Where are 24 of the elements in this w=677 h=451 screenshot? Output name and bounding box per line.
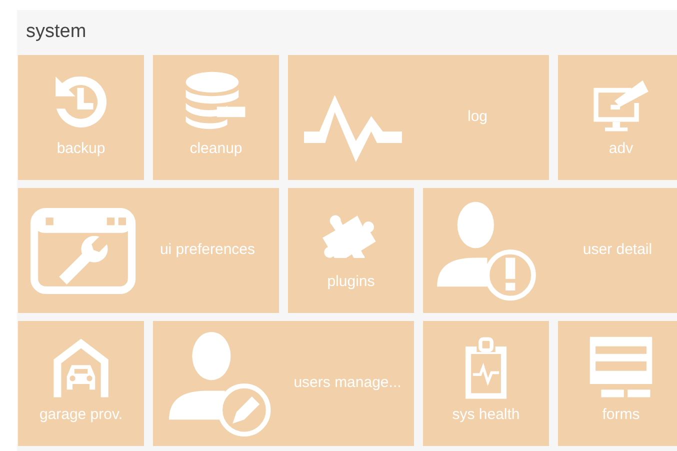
tile[interactable]: plugins — [288, 188, 414, 313]
tile[interactable]: log — [288, 55, 549, 180]
window-wrench-icon — [30, 208, 136, 294]
tile[interactable]: users manage... — [153, 321, 414, 446]
tile-label: users manage... — [294, 373, 402, 394]
tile[interactable]: user detail — [423, 188, 677, 313]
tile-label: plugins — [327, 272, 375, 292]
tile-label: cleanup — [190, 138, 242, 158]
tile[interactable]: adv — [558, 55, 677, 180]
tile-label: user detail — [582, 240, 652, 260]
tile[interactable]: garage prov. — [18, 321, 144, 446]
tile[interactable]: ui preferences — [18, 188, 279, 313]
tile[interactable]: sys health — [423, 321, 549, 446]
tile-label: garage prov. — [39, 404, 123, 424]
tile[interactable]: backup — [18, 55, 144, 180]
tile-label: adv — [608, 138, 634, 158]
tile-label: forms — [602, 404, 640, 424]
section-title: system — [26, 20, 86, 44]
tile-label: backup — [56, 138, 106, 158]
tile[interactable]: cleanup — [153, 55, 279, 180]
tile-label: sys health — [452, 404, 520, 424]
tile-label: log — [467, 107, 488, 128]
tile-label: ui preferences — [160, 240, 256, 260]
tile[interactable]: forms — [558, 321, 677, 446]
